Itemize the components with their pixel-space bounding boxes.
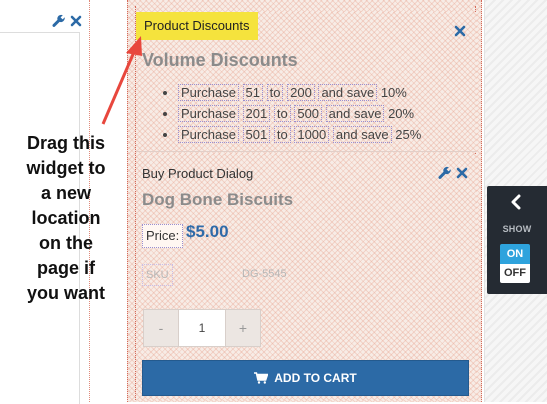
annotation-line: widget to — [26, 158, 106, 178]
annotation-line: you want — [26, 283, 105, 303]
annotation-line: a new — [40, 183, 92, 203]
annotation-line: Drag this — [26, 133, 105, 153]
show-toggle-panel: SHOW ON OFF — [487, 186, 547, 294]
toggle-on[interactable]: ON — [500, 244, 530, 264]
toggle-off[interactable]: OFF — [500, 264, 530, 283]
annotation-line: on the — [39, 233, 93, 253]
annotation-line: page if — [36, 258, 95, 278]
drag-instruction-annotation: Drag this widget to a new location on th… — [10, 131, 122, 306]
chevron-left-icon[interactable] — [509, 194, 523, 210]
show-toggle[interactable]: ON OFF — [500, 244, 530, 283]
show-label: SHOW — [502, 224, 532, 234]
annotation-line: location — [31, 208, 101, 228]
